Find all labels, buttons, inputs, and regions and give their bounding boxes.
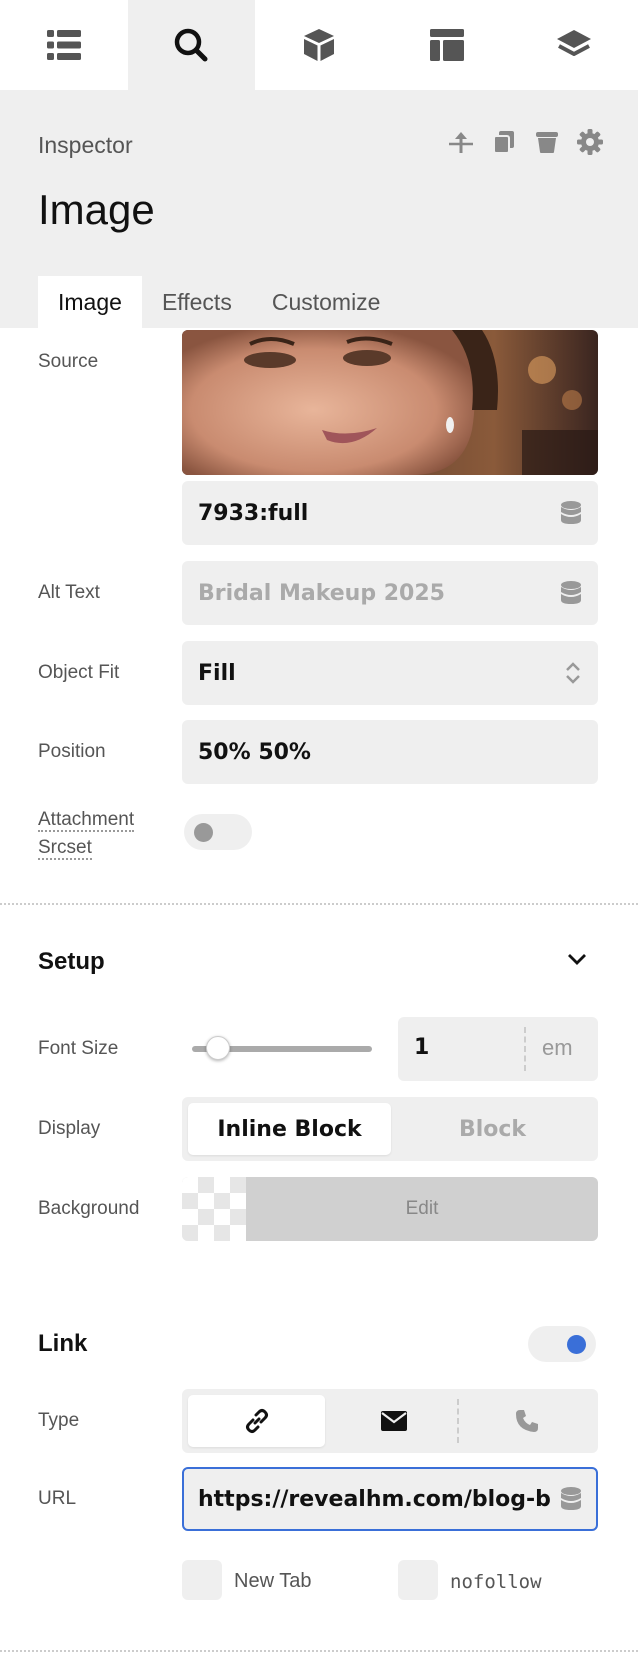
- templates-tab[interactable]: [383, 0, 511, 90]
- source-label: Source: [38, 351, 99, 372]
- move-up-icon: [449, 132, 473, 153]
- font-size-unit[interactable]: em: [542, 1035, 573, 1061]
- phone-icon: [516, 1410, 538, 1432]
- source-value: 7933:full: [198, 500, 309, 526]
- object-fit-label: Object Fit: [38, 662, 120, 683]
- position-field[interactable]: 50% 50%: [182, 720, 598, 784]
- dynamic-data-button[interactable]: [556, 501, 582, 525]
- inspector-label: Inspector: [38, 132, 133, 158]
- layout-icon: [429, 29, 464, 61]
- link-icon: [245, 1409, 268, 1433]
- chevron-down-icon: [568, 954, 586, 965]
- url-value: https://revealhm.com/blog-bridal-makeup-…: [198, 1486, 552, 1512]
- tab-customize[interactable]: Customize: [252, 276, 401, 328]
- nofollow-label: nofollow: [450, 1571, 542, 1593]
- alt-text-label: Alt Text: [38, 582, 100, 603]
- toggle-knob: [567, 1335, 586, 1354]
- object-fit-select[interactable]: Fill: [182, 641, 598, 705]
- position-label: Position: [38, 741, 106, 762]
- image-preview[interactable]: [182, 330, 598, 475]
- inspector-tabs: Image Effects Customize: [38, 276, 400, 328]
- attachment-srcset-label: Attachment Srcset: [38, 809, 135, 860]
- font-size-slider-handle[interactable]: [206, 1036, 230, 1060]
- position-value: 50% 50%: [198, 739, 311, 765]
- elements-tab[interactable]: [255, 0, 383, 90]
- delete-icon: [536, 132, 558, 153]
- font-size-label: Font Size: [38, 1038, 119, 1059]
- page-title: Image: [38, 186, 155, 233]
- dynamic-data-button[interactable]: [552, 1487, 582, 1511]
- source-field[interactable]: 7933:full: [182, 481, 598, 545]
- background-edit-button[interactable]: Edit: [246, 1177, 598, 1241]
- toggle-knob: [194, 823, 213, 842]
- link-type-email-option[interactable]: [325, 1395, 462, 1447]
- search-icon: [175, 28, 208, 62]
- display-segmented-control: Inline Block Block: [182, 1097, 598, 1161]
- tab-image[interactable]: Image: [38, 276, 142, 328]
- section-divider: [0, 1650, 638, 1652]
- new-tab-label: New Tab: [234, 1570, 312, 1592]
- url-label: URL: [38, 1488, 77, 1509]
- alt-text-placeholder: Bridal Makeup 2025: [198, 580, 445, 606]
- link-type-url-option[interactable]: [188, 1395, 325, 1447]
- inspector-tools: [447, 128, 604, 156]
- attachment-srcset-toggle[interactable]: [184, 814, 252, 850]
- object-fit-value: Fill: [198, 660, 236, 686]
- move-up-button[interactable]: [447, 128, 475, 156]
- top-toolbar: [0, 0, 638, 90]
- settings-button[interactable]: [576, 128, 604, 156]
- link-type-phone-option[interactable]: [462, 1395, 592, 1447]
- gear-icon: [577, 129, 603, 155]
- layers-tab[interactable]: [510, 0, 638, 90]
- duplicate-button[interactable]: [490, 128, 518, 156]
- link-toggle[interactable]: [528, 1326, 596, 1362]
- link-type-label: Type: [38, 1410, 80, 1431]
- background-label: Background: [38, 1198, 140, 1219]
- inspector-tab[interactable]: [127, 0, 256, 90]
- dynamic-data-button[interactable]: [556, 581, 582, 605]
- inspector-header: Inspector Image Image Effects Customize: [0, 90, 638, 328]
- link-type-segmented-control: [182, 1389, 598, 1453]
- cube-icon: [303, 29, 334, 61]
- font-size-input[interactable]: 1 em: [398, 1017, 598, 1081]
- url-input[interactable]: https://revealhm.com/blog-bridal-makeup-…: [182, 1467, 598, 1531]
- background-field[interactable]: Edit: [182, 1177, 598, 1241]
- portrait-image: [182, 330, 598, 475]
- database-icon: [561, 501, 581, 524]
- mail-icon: [380, 1411, 407, 1431]
- section-divider: [0, 903, 638, 905]
- tab-effects[interactable]: Effects: [142, 276, 252, 328]
- database-icon: [561, 581, 581, 604]
- delete-button[interactable]: [533, 128, 561, 156]
- setup-collapse-button[interactable]: [566, 950, 588, 973]
- link-title: Link: [38, 1330, 88, 1357]
- font-size-value: 1: [414, 1035, 430, 1060]
- layers-icon: [557, 30, 592, 56]
- nofollow-checkbox[interactable]: [398, 1560, 438, 1600]
- new-tab-checkbox[interactable]: [182, 1560, 222, 1600]
- display-inline-block-option[interactable]: Inline Block: [188, 1103, 391, 1155]
- copy-icon: [493, 131, 514, 154]
- display-label: Display: [38, 1118, 101, 1139]
- alt-text-field[interactable]: Bridal Makeup 2025: [182, 561, 598, 625]
- list-icon: [46, 30, 81, 60]
- display-block-option[interactable]: Block: [393, 1103, 592, 1155]
- structure-tab[interactable]: [0, 0, 128, 90]
- transparent-swatch: [182, 1177, 246, 1241]
- database-icon: [561, 1487, 581, 1510]
- chevron-updown-icon: [566, 662, 580, 684]
- setup-title: Setup: [38, 948, 105, 975]
